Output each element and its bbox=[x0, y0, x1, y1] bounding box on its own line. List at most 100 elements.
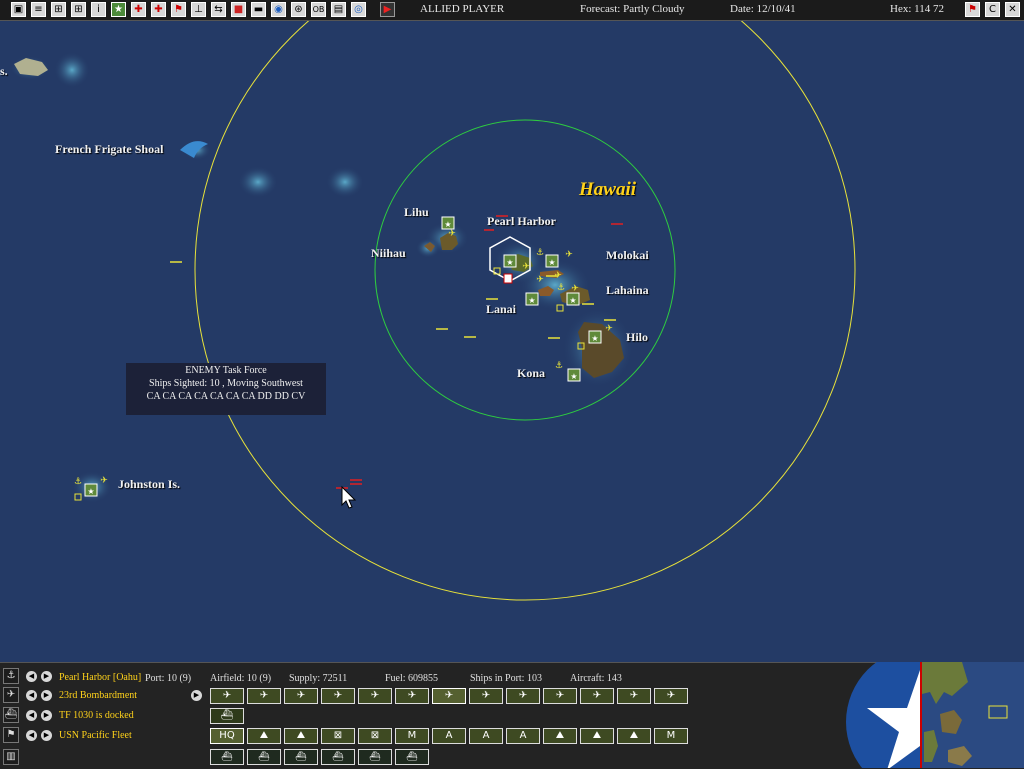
plane-row-icon[interactable]: ✈ bbox=[3, 687, 19, 703]
prev-tf-button[interactable]: ◀ bbox=[26, 710, 37, 721]
air-group-button[interactable]: ✈ bbox=[247, 688, 281, 704]
map-view[interactable]: ★★★ ★★★ ★★ ⚓ ⚓ ⚓ ⚓ ✈✈✈ ✈✈✈ ✈✈ bbox=[0, 21, 1024, 662]
reef-shallows bbox=[326, 166, 364, 198]
task-force-status[interactable]: TF 1030 is docked bbox=[59, 710, 134, 721]
map-label-french-frigate[interactable]: French Frigate Shoal bbox=[55, 142, 163, 157]
ship-class-button[interactable]: ⛴ bbox=[247, 749, 281, 765]
svg-text:★: ★ bbox=[444, 220, 451, 229]
map-label-pearl-harbor[interactable]: Pearl Harbor bbox=[487, 214, 556, 229]
land-unit-button[interactable]: A bbox=[506, 728, 540, 744]
ship-class-button[interactable]: ⛴ bbox=[210, 749, 244, 765]
flag-row-icon[interactable]: ⚑ bbox=[3, 727, 19, 743]
globe-icon[interactable]: ◉ bbox=[271, 2, 286, 17]
report-icon[interactable]: ⊞ bbox=[51, 2, 66, 17]
table-icon[interactable]: ▤ bbox=[331, 2, 346, 17]
ship-class-button[interactable]: ⛴ bbox=[284, 749, 318, 765]
ship-icon[interactable]: ⊥ bbox=[191, 2, 206, 17]
svg-text:★: ★ bbox=[569, 296, 576, 305]
tooltip-line: Ships Sighted: 10 , Moving Southwest bbox=[149, 378, 303, 389]
air-group-button-selected[interactable]: ✈ bbox=[432, 688, 466, 704]
map-label-kona[interactable]: Kona bbox=[517, 366, 545, 381]
list-icon[interactable]: ≡ bbox=[31, 2, 46, 17]
task-force-button[interactable]: ⛴ bbox=[210, 708, 244, 724]
prev-base-button[interactable]: ◀ bbox=[26, 671, 37, 682]
svg-text:★: ★ bbox=[570, 372, 577, 381]
air-unit-name[interactable]: 23rd Bombardment bbox=[59, 690, 137, 701]
prev-air-unit-button[interactable]: ◀ bbox=[26, 690, 37, 701]
air-group-button[interactable]: ✈ bbox=[210, 688, 244, 704]
grid-icon[interactable]: ⊞ bbox=[71, 2, 86, 17]
next-hq-button[interactable]: ▶ bbox=[41, 730, 52, 741]
air-group-button[interactable]: ✈ bbox=[617, 688, 651, 704]
base-star-icon[interactable]: ★ bbox=[111, 2, 126, 17]
land-unit-button[interactable]: ⛰ bbox=[617, 728, 651, 744]
map-label-molokai[interactable]: Molokai bbox=[606, 248, 649, 263]
prev-hq-button[interactable]: ◀ bbox=[26, 730, 37, 741]
close-icon[interactable]: ✕ bbox=[1005, 2, 1020, 17]
next-air-unit-button[interactable]: ▶ bbox=[41, 690, 52, 701]
ship-class-button[interactable]: ⛴ bbox=[395, 749, 429, 765]
air-unit-expand-button[interactable]: ▶ bbox=[191, 690, 202, 701]
land-unit-button[interactable]: M bbox=[654, 728, 688, 744]
save-icon[interactable]: ▣ bbox=[11, 2, 26, 17]
weather-icon[interactable]: ◎ bbox=[351, 2, 366, 17]
order-of-battle-icon[interactable]: OB bbox=[311, 2, 326, 17]
air-group-button[interactable]: ✈ bbox=[321, 688, 355, 704]
air-group-button[interactable]: ✈ bbox=[506, 688, 540, 704]
hq-unit-button[interactable]: HQ bbox=[210, 728, 244, 744]
air-group-button[interactable]: ✈ bbox=[358, 688, 392, 704]
map-label-hilo[interactable]: Hilo bbox=[626, 330, 648, 345]
target-icon[interactable]: ⊛ bbox=[291, 2, 306, 17]
land-unit-button[interactable]: ⛰ bbox=[580, 728, 614, 744]
air-group-icon[interactable]: ✚ bbox=[151, 2, 166, 17]
land-unit-button[interactable]: ⛰ bbox=[543, 728, 577, 744]
strategic-minimap[interactable] bbox=[920, 662, 1024, 768]
color-square-icon[interactable]: ■ bbox=[231, 2, 246, 17]
info-icon[interactable]: i bbox=[91, 2, 106, 17]
land-unit-button[interactable]: M bbox=[395, 728, 429, 744]
transfer-icon[interactable]: ⇆ bbox=[211, 2, 226, 17]
map-label-lahaina[interactable]: Lahaina bbox=[606, 283, 649, 298]
fleet-name[interactable]: USN Pacific Fleet bbox=[59, 730, 132, 741]
air-group-button[interactable]: ✈ bbox=[580, 688, 614, 704]
flag-red-icon[interactable]: ⚑ bbox=[965, 2, 980, 17]
ship-class-button[interactable]: ⛴ bbox=[321, 749, 355, 765]
land-unit-button[interactable]: A bbox=[432, 728, 466, 744]
anchor-row-icon[interactable]: ⚓ bbox=[3, 668, 19, 684]
air-group-button[interactable]: ✈ bbox=[284, 688, 318, 704]
map-label-niihau[interactable]: Niihau bbox=[371, 246, 406, 261]
map-label-johnston[interactable]: Johnston Is. bbox=[118, 477, 180, 492]
land-unit-button[interactable]: ⛰ bbox=[284, 728, 318, 744]
c-button-icon[interactable]: C bbox=[985, 2, 1000, 17]
air-group-button[interactable]: ✈ bbox=[543, 688, 577, 704]
anchor-icon: ⚓ bbox=[536, 248, 544, 258]
svg-text:★: ★ bbox=[591, 334, 598, 343]
map-label-lihu[interactable]: Lihu bbox=[404, 205, 429, 220]
flag-icon[interactable]: ⚑ bbox=[171, 2, 186, 17]
base-name[interactable]: Pearl Harbor [Oahu] bbox=[59, 672, 141, 683]
land-unit-button[interactable]: ⊠ bbox=[358, 728, 392, 744]
land-unit-button[interactable]: A bbox=[469, 728, 503, 744]
ship-row-icon[interactable]: ⛴ bbox=[3, 707, 19, 723]
svg-text:✈: ✈ bbox=[448, 229, 456, 239]
air-group-button[interactable]: ✈ bbox=[654, 688, 688, 704]
fuel-stat: Fuel: 609855 bbox=[385, 673, 439, 684]
air-group-button[interactable]: ✈ bbox=[469, 688, 503, 704]
play-turn-icon[interactable]: ▶ bbox=[380, 2, 395, 17]
ship-class-button[interactable]: ⛴ bbox=[358, 749, 392, 765]
svg-text:✈: ✈ bbox=[100, 476, 108, 486]
hex-label: Hex: 114 72 bbox=[890, 3, 944, 15]
next-base-button[interactable]: ▶ bbox=[41, 671, 52, 682]
task-force-icon[interactable]: ▬ bbox=[251, 2, 266, 17]
land-unit-button[interactable]: ⛰ bbox=[247, 728, 281, 744]
air-unit-icon[interactable]: ✚ bbox=[131, 2, 146, 17]
svg-text:✈: ✈ bbox=[536, 275, 544, 285]
next-tf-button[interactable]: ▶ bbox=[41, 710, 52, 721]
tooltip-line: ENEMY Task Force bbox=[185, 365, 267, 376]
port-marker[interactable] bbox=[503, 273, 513, 284]
tooltip-line: CA CA CA CA CA CA CA DD DD CV bbox=[146, 391, 306, 402]
air-group-button[interactable]: ✈ bbox=[395, 688, 429, 704]
factory-row-icon[interactable]: ▥ bbox=[3, 749, 19, 765]
land-unit-button[interactable]: ⊠ bbox=[321, 728, 355, 744]
map-label-lanai[interactable]: Lanai bbox=[486, 302, 516, 317]
